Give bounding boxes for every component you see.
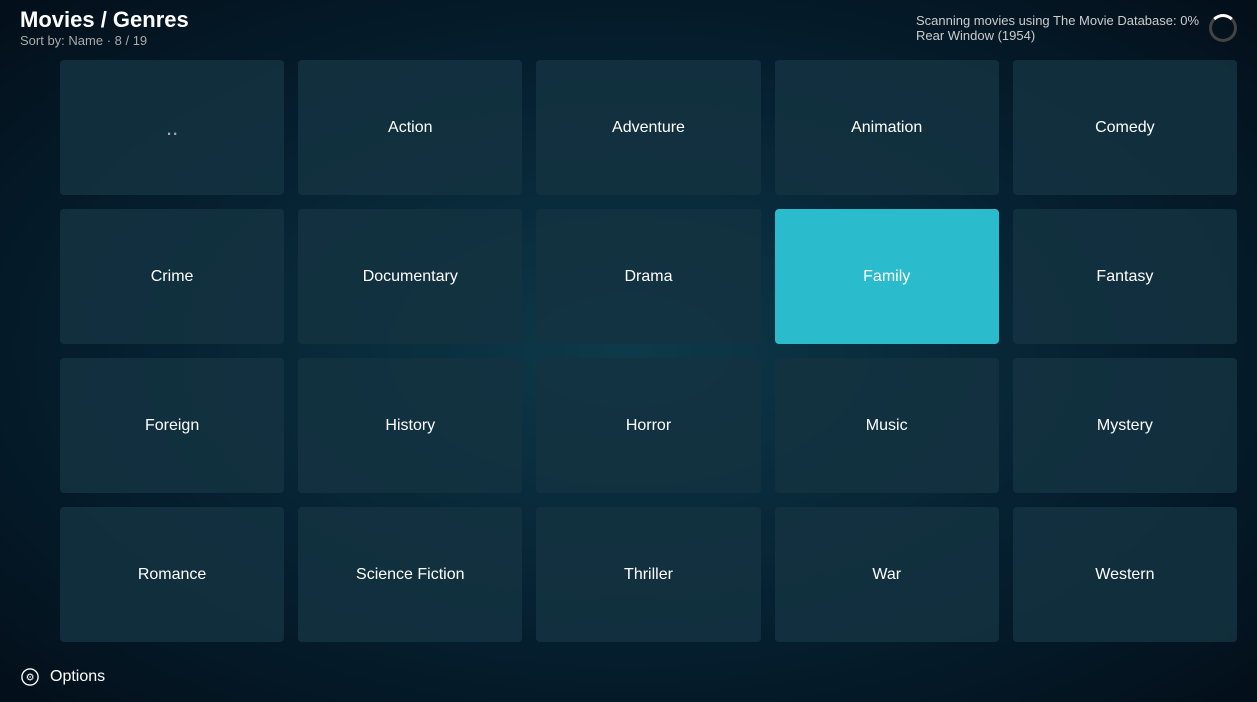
page-title: Movies / Genres: [20, 7, 189, 33]
genre-btn-thriller[interactable]: Thriller: [536, 507, 760, 642]
genre-btn-mystery[interactable]: Mystery: [1013, 358, 1237, 493]
genre-btn-animation[interactable]: Animation: [775, 60, 999, 195]
genres-grid: ..ActionAdventureAnimationComedy CrimeDoc…: [60, 60, 1237, 642]
genre-btn-fantasy[interactable]: Fantasy: [1013, 209, 1237, 344]
genre-btn-adventure[interactable]: Adventure: [536, 60, 760, 195]
genre-btn-science-fiction[interactable]: Science Fiction: [298, 507, 522, 642]
options-label[interactable]: Options: [50, 668, 105, 686]
genre-btn-western[interactable]: Western: [1013, 507, 1237, 642]
scanning-status: Scanning movies using The Movie Database…: [916, 13, 1199, 43]
genre-btn-war[interactable]: War: [775, 507, 999, 642]
header: Movies / Genres Sort by: Name · 8 / 19 S…: [0, 0, 1257, 55]
svg-text:⚙: ⚙: [26, 673, 35, 684]
genre-btn-comedy[interactable]: Comedy: [1013, 60, 1237, 195]
genre-btn-music[interactable]: Music: [775, 358, 999, 493]
genre-btn-horror[interactable]: Horror: [536, 358, 760, 493]
sort-info: Sort by: Name · 8 / 19: [20, 33, 189, 48]
footer: ⚙ Options: [0, 652, 1257, 702]
genre-btn-drama[interactable]: Drama: [536, 209, 760, 344]
genre-btn-crime[interactable]: Crime: [60, 209, 284, 344]
genre-btn-foreign[interactable]: Foreign: [60, 358, 284, 493]
header-right: Scanning movies using The Movie Database…: [916, 13, 1237, 43]
options-icon: ⚙: [20, 667, 40, 687]
scanning-text: Scanning movies using The Movie Database…: [916, 13, 1199, 28]
genre-btn-documentary[interactable]: Documentary: [298, 209, 522, 344]
loading-spinner: [1209, 14, 1237, 42]
genre-btn-action[interactable]: Action: [298, 60, 522, 195]
genre-btn-romance[interactable]: Romance: [60, 507, 284, 642]
genre-btn-family[interactable]: Family: [775, 209, 999, 344]
header-left: Movies / Genres Sort by: Name · 8 / 19: [20, 7, 189, 48]
genre-btn-back[interactable]: ..: [60, 60, 284, 195]
genre-btn-history[interactable]: History: [298, 358, 522, 493]
scanning-movie: Rear Window (1954): [916, 28, 1199, 43]
